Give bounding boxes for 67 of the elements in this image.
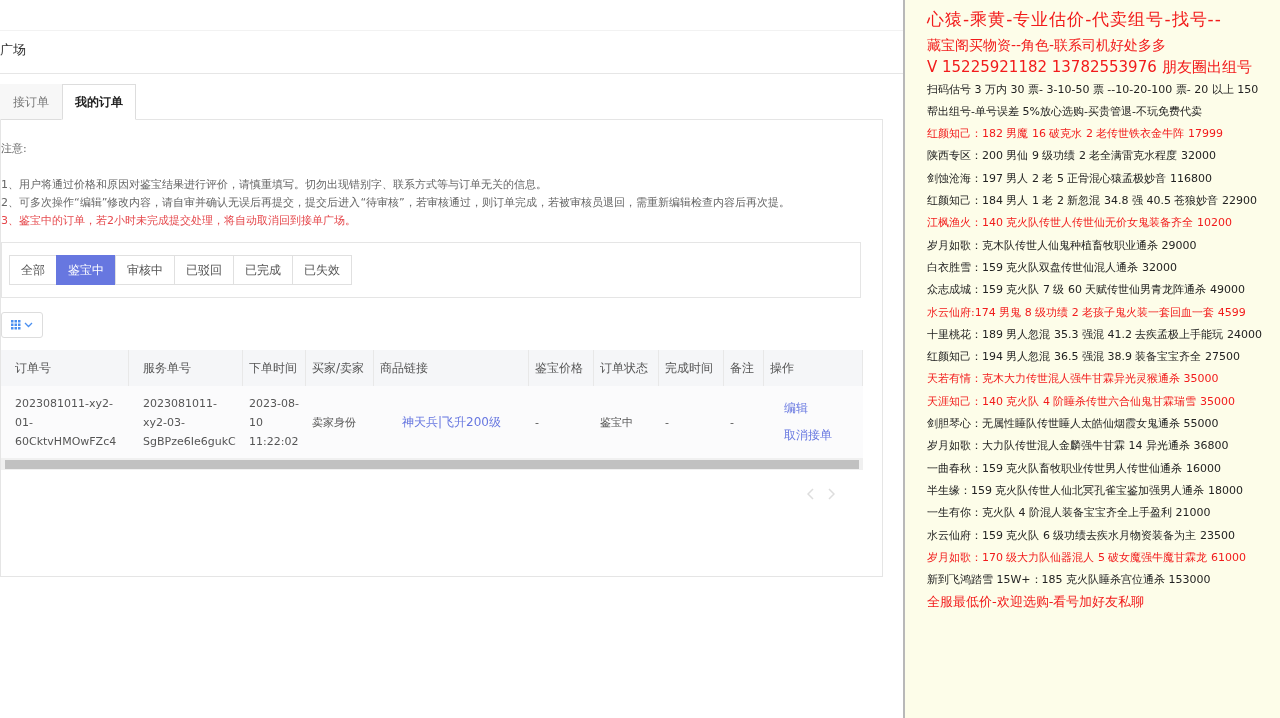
column-header: 鉴宝价格 (529, 350, 594, 386)
document-line: 红颜知己：194 男人忽混 36.5 强混 38.9 装备宝宝齐全 27500 (927, 349, 1241, 366)
document-line: 藏宝阁买物资--角色-联系司机好处多多 (927, 36, 1168, 55)
document-line: 水云仙府：159 克火队 6 级功绩去疾水月物资装备为主 23500 (927, 527, 1236, 544)
document-line: 半生缘：159 克火队传世人仙北冥孔雀宝鉴加强男人通杀 18000 (927, 482, 1244, 499)
notice-text: 1、用户将通过价格和原因对鉴宝结果进行评价，请慎重填写。切勿出现错别字、联系方式等与订单无关的信息。 (1, 177, 548, 193)
document-line: 陕西专区：200 男仙 9 级功绩 2 老全满雷克水程度 32000 (927, 148, 1217, 165)
column-header: 服务单号 (129, 350, 243, 386)
document-line: 岁月如歌：大力队传世混人金麟强牛甘霖 14 异光通杀 36800 (927, 438, 1230, 455)
column-header: 订单号 (1, 350, 129, 386)
document-line: 新到飞鸿踏雪 15W+：185 克火队睡杀宫位通杀 153000 (927, 572, 1212, 589)
document-line: 一曲春秋：159 克火队畜牧职业传世男人传世仙通杀 16000 (927, 460, 1222, 477)
document-line: 天涯知己：140 克火队 4 阶睡杀传世六合仙鬼甘霖瑞雪 35000 (927, 393, 1236, 410)
page-title: 广场 (0, 31, 903, 74)
document-line: V 15225921182 13782553976 朋友圈出组号 (927, 57, 1253, 79)
notice-text: 2、可多次操作“编辑”修改内容，请自审并确认无误后再提交，提交后进入“待审核”，若审核通过，则订单完成，若被审核员退回，需重新编辑检查内容后再次提。 (1, 195, 791, 211)
table-cell: - (724, 386, 764, 458)
action-link[interactable]: 编辑 (784, 400, 863, 417)
column-header: 商品链接 (374, 350, 529, 386)
notice-heading: 注意: (1, 141, 28, 157)
table-cell: 鉴宝中 (594, 386, 659, 458)
document-line: 全服最低价-欢迎选购-看号加好友私聊 (927, 593, 1146, 612)
column-header: 操作 (764, 350, 863, 386)
document-line: 红颜知己：182 男魔 16 破克水 2 老传世铁衣金牛阵 17999 (927, 126, 1224, 143)
document-line: 岁月如歌：克木队传世人仙鬼种植畜牧职业通杀 29000 (927, 237, 1198, 254)
column-header: 备注 (724, 350, 764, 386)
horizontal-scrollbar[interactable] (1, 458, 863, 470)
column-header: 买家/卖家 (306, 350, 374, 386)
document-line: 十里桃花：189 男人忽混 35.3 强混 41.2 去疾孟极上手能玩 24000 (927, 326, 1263, 343)
tab[interactable]: 接订单 (0, 84, 62, 120)
document-line: 帮出组号-单号误差 5%放心选购-买贵管退-不玩免费代卖 (927, 103, 1203, 120)
grid-icon (11, 320, 21, 330)
document-line: 红颜知己：184 男人 1 老 2 新忽混 34.8 强 40.5 苍狼妙音 22900 (927, 193, 1258, 210)
table-cell: 2023-08-10 11:22:02 (243, 386, 306, 458)
column-picker[interactable] (1, 312, 43, 338)
table-cell: - (529, 386, 594, 458)
column-header: 订单状态 (594, 350, 659, 386)
chevron-icon (24, 322, 33, 328)
document-line: 白衣胜雪：159 克火队双盘传世仙混人通杀 32000 (927, 259, 1178, 276)
document-line: 岁月如歌：170 级大力队仙器混人 5 破女魔强牛魔甘霖龙 61000 (927, 549, 1247, 566)
status-filter[interactable]: 已驳回 (174, 255, 234, 285)
table-cell: 卖家身份 (306, 386, 374, 458)
document-line: 众志成城：159 克火队 7 级 60 天赋传世仙男青龙阵通杀 49000 (927, 282, 1246, 299)
status-filter[interactable]: 全部 (9, 255, 57, 285)
document-line: 剑蚀沧海：197 男人 2 老 5 正骨混心猿孟极妙音 116800 (927, 170, 1213, 187)
document-line: 一生有你：克火队 4 阶混人装备宝宝齐全上手盈利 21000 (927, 505, 1212, 522)
document-line: 剑胆琴心：无属性睡队传世睡人太皓仙烟霞女鬼通杀 55000 (927, 416, 1220, 433)
previous-page-icon[interactable] (807, 488, 815, 500)
table-cell: 2023081011-xy2-03-SgBPze6Ie6gukC (129, 386, 243, 458)
table-cell: - (659, 386, 724, 458)
notice-text: 3、鉴宝中的订单，若2小时未完成提交处理，将自动取消回到接单广场。 (1, 213, 357, 229)
document-line: 天若有情：克木大力传世混人强牛甘霖异光灵猴通杀 35000 (927, 371, 1220, 388)
action-link[interactable]: 取消接单 (784, 427, 863, 444)
next-page-icon[interactable] (827, 488, 835, 500)
column-header: 下单时间 (243, 350, 306, 386)
status-filter[interactable]: 已完成 (233, 255, 293, 285)
document-line: 心猿-乘黄-专业估价-代卖组号-找号-- (927, 8, 1223, 31)
product-link[interactable]: 神天兵|飞升200级 (402, 413, 501, 431)
column-header: 完成时间 (659, 350, 724, 386)
status-filter[interactable]: 审核中 (115, 255, 175, 285)
document-line: 江枫渔火：140 克火队传世人传世仙无价女鬼装备齐全 10200 (927, 215, 1233, 232)
table-cell: 2023081011-xy2-01-60CktvHMOwFZc4 (1, 386, 129, 458)
tab[interactable]: 我的订单 (62, 84, 136, 120)
status-filter[interactable]: 已失效 (292, 255, 352, 285)
document-line: 水云仙府:174 男鬼 8 级功绩 2 老孩子鬼火装一套回血一套 4599 (927, 304, 1247, 321)
document-line: 扫码估号 3 万内 30 票- 3-10-50 票 --10-20-100 票- 20 以上 150 (927, 81, 1260, 98)
status-filter[interactable]: 鉴宝中 (56, 255, 116, 285)
